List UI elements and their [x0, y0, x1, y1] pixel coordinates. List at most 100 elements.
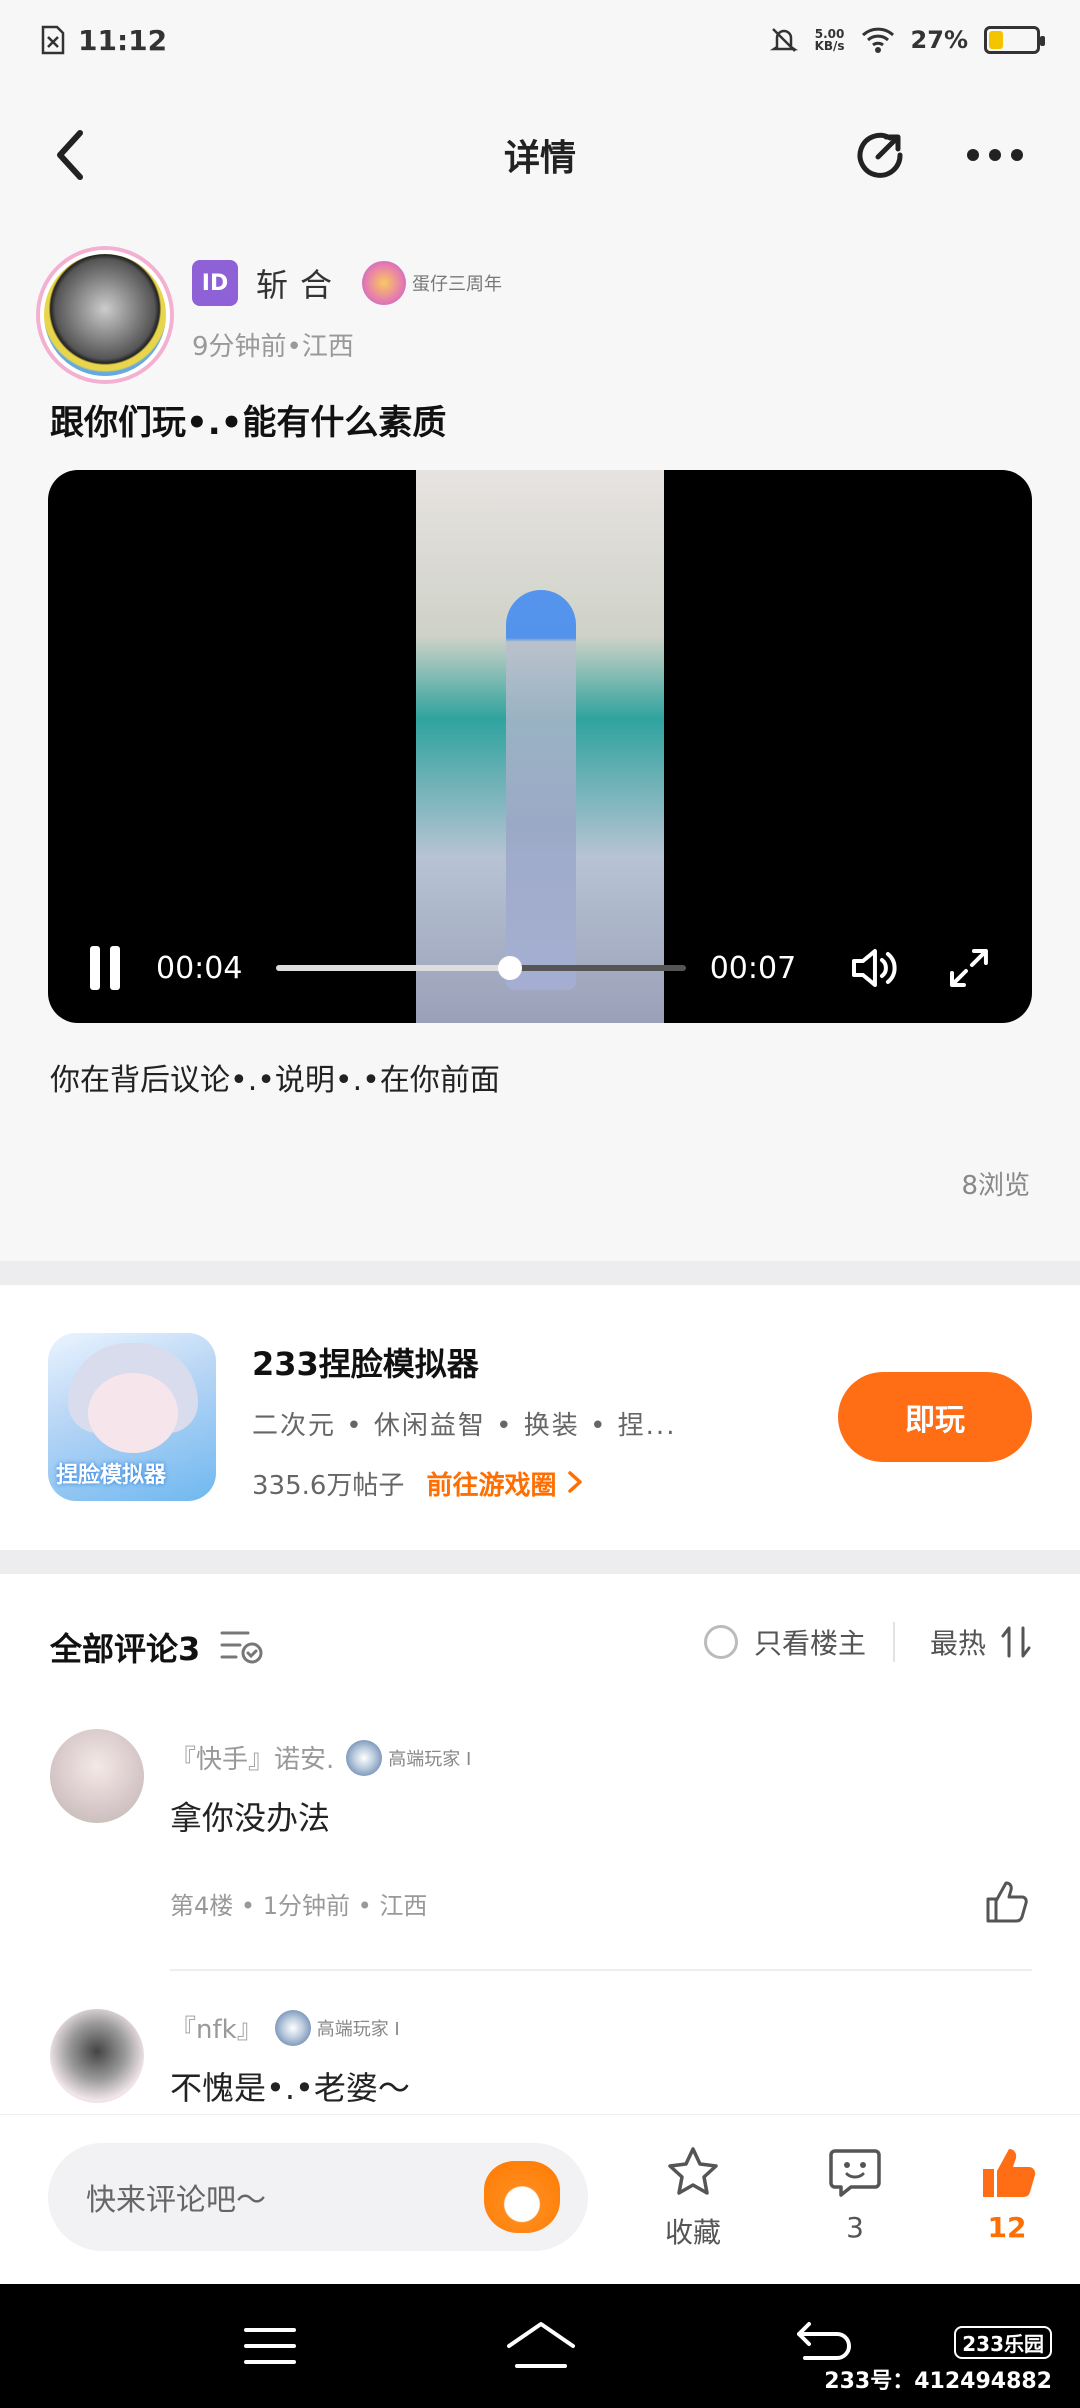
player-badge: 高端玩家 I	[274, 2009, 400, 2046]
status-bar: 11:12 5.00 KB/s 27%	[0, 0, 1080, 80]
no-sim-icon	[41, 25, 65, 55]
header: 详情	[0, 80, 1080, 230]
pause-icon	[110, 946, 120, 990]
game-post-count: 335.6万帖子	[252, 1471, 405, 1501]
like-count: 12	[987, 2211, 1027, 2244]
pause-icon	[90, 946, 100, 990]
only-op-label: 只看楼主	[753, 1627, 866, 1660]
only-op-toggle[interactable]: 只看楼主	[703, 1622, 866, 1662]
game-tag: 换装	[523, 1411, 580, 1441]
player-badge-icon	[346, 1739, 383, 1776]
only-op-radio[interactable]	[703, 1625, 738, 1659]
thumbs-up-icon[interactable]	[984, 1879, 1030, 1925]
post-time: 9分钟前	[192, 332, 287, 362]
wifi-icon	[861, 27, 894, 53]
comment-count: 3	[846, 2211, 864, 2244]
more-dot	[967, 149, 979, 161]
game-tag: 捏...	[617, 1411, 677, 1441]
commenter-nick[interactable]: 『快手』诺安.	[170, 1739, 334, 1776]
game-tag: 休闲益智	[373, 1411, 486, 1441]
comment-icon	[829, 2149, 881, 2197]
comment-item: 『nfk』 高端玩家 I 不愧是•.•老婆～	[0, 1999, 1080, 2119]
comment-input[interactable]: 快来评论吧～	[48, 2143, 588, 2251]
divider	[893, 1622, 895, 1662]
view-count: 8浏览	[961, 1171, 1030, 1201]
comment-item: 『快手』诺安. 高端玩家 I 拿你没办法 第4楼 • 1分钟前 • 江西	[0, 1729, 1080, 1989]
commenter-avatar[interactable]	[50, 1729, 144, 1823]
game-tags: 二次元 • 休闲益智 • 换装 • 捏...	[252, 1411, 677, 1441]
pause-button[interactable]	[90, 946, 120, 990]
play-now-button[interactable]: 即玩	[838, 1372, 1032, 1462]
star-icon	[668, 2147, 718, 2195]
battery-percent: 27%	[910, 26, 968, 54]
id-badge-icon: ID	[192, 260, 238, 306]
comment-divider	[170, 1969, 1032, 1971]
sort-icon	[1001, 1626, 1031, 1658]
watermark-logo: 233乐园	[954, 2326, 1052, 2359]
anniversary-icon	[362, 261, 407, 305]
menu-icon[interactable]	[240, 2316, 300, 2376]
comment-meta: 第4楼 • 1分钟前 • 江西	[170, 1892, 428, 1920]
video-player[interactable]: 00:04 00:07	[48, 470, 1032, 1023]
comment-time: 1分钟前	[262, 1892, 350, 1920]
share-icon	[857, 132, 903, 178]
sort-label: 最热	[929, 1627, 986, 1660]
comments-title: 全部评论3	[50, 1630, 201, 1668]
game-icon-logo: 捏脸模拟器	[56, 1463, 167, 1488]
share-button[interactable]	[850, 125, 910, 185]
author-name[interactable]: 斩合	[256, 260, 344, 306]
favorite-button[interactable]: 收藏	[638, 2143, 748, 2251]
comment-location: 江西	[379, 1892, 428, 1920]
game-card[interactable]: 捏脸模拟器 233捏脸模拟器 二次元 • 休闲益智 • 换装 • 捏... 33…	[0, 1285, 1080, 1550]
post-meta: 9分钟前•江西	[192, 332, 354, 362]
battery-fill	[989, 31, 1003, 49]
video-total-time: 00:07	[709, 950, 797, 986]
game-icon[interactable]: 捏脸模拟器	[48, 1333, 216, 1501]
post-author: ID 斩合 蛋仔三周年 9分钟前•江西	[40, 250, 1040, 380]
game-tag: 二次元	[252, 1411, 337, 1441]
chevron-right-icon	[567, 1471, 582, 1493]
bottom-action-bar: 快来评论吧～ 收藏 3 12	[0, 2114, 1080, 2284]
more-dot	[1011, 149, 1023, 161]
comment-filter-icon[interactable]	[218, 1627, 266, 1667]
favorite-label: 收藏	[664, 2216, 721, 2249]
watermark: 233乐园 233号：412494882	[824, 2326, 1052, 2395]
home-icon[interactable]	[505, 2316, 577, 2376]
net-speed: 5.00 KB/s	[814, 27, 845, 53]
system-nav-bar: 233乐园 233号：412494882	[0, 2284, 1080, 2408]
page-title: 详情	[503, 138, 576, 179]
volume-icon[interactable]	[850, 946, 900, 990]
section-divider	[0, 1550, 1080, 1574]
battery-icon	[984, 26, 1045, 54]
anniversary-badge: 蛋仔三周年	[362, 261, 502, 305]
video-current-time: 00:04	[156, 950, 243, 986]
commenter-nick[interactable]: 『nfk』	[170, 2009, 263, 2046]
emoji-mascot-icon[interactable]	[484, 2161, 560, 2233]
commenter-avatar[interactable]	[50, 2009, 144, 2103]
video-progress-bar[interactable]	[276, 956, 686, 980]
comment-floor: 第4楼	[170, 1892, 234, 1920]
player-badge-icon	[274, 2009, 311, 2046]
back-button[interactable]	[40, 125, 100, 185]
comments-count: 3	[178, 1630, 201, 1668]
more-button[interactable]	[960, 125, 1030, 185]
game-name: 233捏脸模拟器	[252, 1345, 479, 1383]
sort-toggle[interactable]: 最热	[930, 1622, 1032, 1662]
post-title: 跟你们玩•.•能有什么素质	[50, 403, 447, 443]
post-caption: 你在背后议论•.•说明•.•在你前面	[50, 1063, 500, 1098]
comment-placeholder: 快来评论吧～	[86, 2183, 266, 2218]
section-divider	[0, 1261, 1080, 1285]
video-progress-knob[interactable]	[498, 956, 523, 980]
watermark-id: 233号：412494882	[824, 2369, 1052, 2394]
video-controls: 00:04 00:07	[48, 913, 1032, 1023]
player-badge: 高端玩家 I	[346, 1739, 471, 1776]
fullscreen-icon[interactable]	[948, 947, 990, 989]
game-circle-link[interactable]: 前往游戏圈	[426, 1465, 583, 1502]
like-button[interactable]: 12	[952, 2143, 1062, 2244]
author-avatar[interactable]	[40, 250, 170, 380]
video-progress-fill	[276, 965, 511, 971]
comment-text: 不愧是•.•老婆～	[170, 2069, 410, 2107]
thumbs-up-filled-icon	[983, 2149, 1036, 2197]
comments-section: 全部评论3 只看楼主 最热 『快手』诺安. 高端玩家 I 拿你没办法 第4楼 •…	[0, 1574, 1080, 2114]
comment-button[interactable]: 3	[800, 2143, 910, 2244]
